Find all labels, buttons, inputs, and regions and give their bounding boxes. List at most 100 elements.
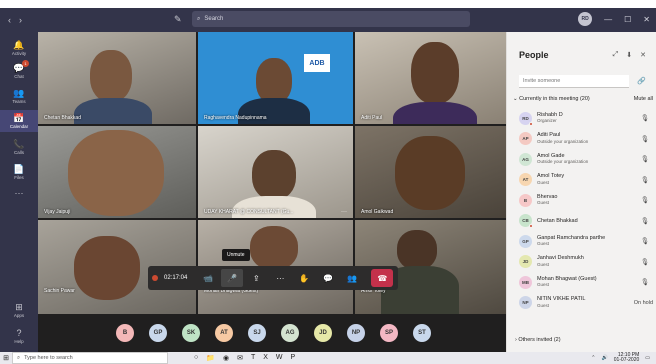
mic-muted-icon[interactable]: 🎙 <box>641 176 649 184</box>
strip-avatar[interactable]: B <box>116 324 134 342</box>
rail-activity[interactable]: 🔔 Activity <box>0 38 38 58</box>
rail-label: Chat <box>14 74 24 79</box>
mic-muted-icon[interactable]: 🎙 <box>641 135 649 143</box>
user-avatar[interactable]: RD <box>578 12 593 26</box>
strip-avatar[interactable]: SP <box>380 324 398 342</box>
camera-off-icon[interactable]: 📹 <box>197 269 219 287</box>
rail-chat[interactable]: 💬 1 Chat <box>0 60 38 81</box>
mic-muted-icon[interactable]: 🎙 <box>641 258 649 266</box>
mute-all-button[interactable]: Mute all <box>634 96 653 102</box>
participant-row[interactable]: MB Mohan Bhagwat (Guest) Guest 🎙 <box>513 272 653 293</box>
participant-role: Organizer <box>537 118 557 124</box>
word-icon[interactable]: W <box>276 354 283 362</box>
outlook-icon[interactable]: ✉ <box>237 354 243 362</box>
strip-avatar[interactable]: SK <box>182 324 200 342</box>
mic-muted-icon[interactable]: 🎙 <box>641 155 649 163</box>
video-tile[interactable]: Chetan Bhakkad <box>38 32 196 124</box>
participant-role: Guest <box>537 200 550 206</box>
strip-avatar[interactable]: AT <box>215 324 233 342</box>
download-icon[interactable]: ⬇ <box>626 51 632 59</box>
video-tile[interactable]: Amol Gaikwad <box>355 126 506 218</box>
rail-label: Calendar <box>9 124 29 129</box>
close-icon[interactable]: ✕ <box>643 15 650 24</box>
file-explorer-icon[interactable]: 📁 <box>206 354 215 362</box>
participant-initials: AT <box>522 177 529 183</box>
call-timer: 02:17:04 <box>164 275 188 281</box>
strip-avatar[interactable]: AG <box>281 324 299 342</box>
maximize-icon[interactable]: ☐ <box>624 15 631 24</box>
section-label[interactable]: ⌄ Currently in this meeting (20) <box>513 96 590 102</box>
task-view-icon[interactable]: ○ <box>194 354 198 362</box>
participant-name: Chetan Bhakkad <box>44 115 81 121</box>
notification-icon[interactable]: ▭ <box>645 355 650 361</box>
strip-avatar[interactable]: NP <box>347 324 365 342</box>
rail-calls[interactable]: 📞 Calls <box>0 137 38 157</box>
participant-info: Chetan Bhakkad <box>537 218 578 225</box>
forward-icon[interactable]: › <box>19 15 22 25</box>
excel-icon[interactable]: X <box>263 354 268 362</box>
back-icon[interactable]: ‹ <box>8 15 11 25</box>
participant-initials: MB <box>522 279 529 285</box>
participant-row[interactable]: RD Rishabh D Organizer 🎙 <box>513 108 653 129</box>
chrome-icon[interactable]: ◉ <box>223 354 229 362</box>
share-screen-icon[interactable]: ⇪ <box>245 269 267 287</box>
more-actions-icon[interactable]: ··· <box>269 269 291 287</box>
rail-apps[interactable]: ⊞ Apps <box>0 302 38 322</box>
volume-icon[interactable]: 🔊 <box>601 355 607 361</box>
search-box[interactable]: ⌕ Search <box>192 11 470 27</box>
current-meeting-section: ⌄ Currently in this meeting (20) Mute al… <box>513 96 653 102</box>
participant-row[interactable]: NP NITIN VIKHE PATIL Guest On hold <box>513 293 653 314</box>
video-tile[interactable]: ADB Raghavendra Nadupinnama <box>198 32 353 124</box>
chat-icon[interactable]: 💬 <box>317 269 339 287</box>
windows-taskbar: ⊞ ⌕ Type here to search ○ 📁 ◉ ✉ T X W P … <box>0 352 656 364</box>
rail-files[interactable]: 📄 Files <box>0 162 38 182</box>
pop-out-icon[interactable]: ⤢ <box>613 51 619 59</box>
minimize-icon[interactable]: — <box>604 15 612 24</box>
rail-teams[interactable]: 👥 Teams <box>0 86 38 106</box>
compose-icon[interactable]: ✎ <box>174 14 182 25</box>
video-tile[interactable]: Aditi Paul <box>355 32 506 124</box>
mic-muted-icon[interactable]: 🎙 <box>641 217 649 225</box>
participant-row[interactable]: B Bhervao Guest 🎙 <box>513 190 653 211</box>
share-link-icon[interactable]: 🔗 <box>637 77 646 85</box>
participant-name: Amol Gaikwad <box>361 209 394 215</box>
participant-row[interactable]: GP Ganpat Ramchandra parthe Guest 🎙 <box>513 231 653 252</box>
participant-initials: JD <box>522 259 529 265</box>
rail-help[interactable]: ? Help <box>0 328 38 348</box>
teams-icon[interactable]: T <box>251 354 255 362</box>
raise-hand-icon[interactable]: ✋ <box>293 269 315 287</box>
close-icon[interactable]: ✕ <box>640 51 646 59</box>
mic-muted-icon[interactable]: 🎙 <box>641 196 649 204</box>
mic-muted-icon[interactable]: 🎙 <box>641 114 649 122</box>
tray-up-icon[interactable]: ⌃ <box>591 355 595 361</box>
start-icon[interactable]: ⊞ <box>0 354 12 362</box>
participants-icon[interactable]: 👥 <box>341 269 363 287</box>
clock[interactable]: 12:10 PM 01-07-2020 <box>614 353 640 363</box>
participant-row[interactable]: AT Amol Totey Guest 🎙 <box>513 170 653 191</box>
others-invited[interactable]: › Others invited (2) <box>515 337 561 343</box>
strip-avatar[interactable]: ST <box>413 324 431 342</box>
teams-icon: 👥 <box>13 88 25 98</box>
app-rail: 🔔 Activity 💬 1 Chat 👥 Teams 📅 Calendar 📞… <box>0 32 38 352</box>
participant-row[interactable]: CB Chetan Bhakkad 🎙 <box>513 211 653 232</box>
more-options-icon[interactable]: ··· <box>341 209 347 215</box>
rail-calendar[interactable]: 📅 Calendar <box>0 110 38 132</box>
participant-row[interactable]: AP Aditi Paul Outside your organization 🎙 <box>513 129 653 150</box>
strip-avatar[interactable]: SJ <box>248 324 266 342</box>
mic-muted-icon[interactable]: 🎤 <box>221 269 244 287</box>
video-tile[interactable]: Vijay Jaipuji <box>38 126 196 218</box>
hang-up-button[interactable]: ☎ <box>371 269 394 287</box>
strip-avatar[interactable]: JD <box>314 324 332 342</box>
clock-date: 01-07-2020 <box>613 357 640 363</box>
strip-avatar[interactable]: GP <box>149 324 167 342</box>
apps-icon: ⊞ <box>15 302 23 312</box>
taskbar-search[interactable]: ⌕ Type here to search <box>12 352 168 364</box>
mic-muted-icon[interactable]: 🎙 <box>641 278 649 286</box>
participant-row[interactable]: AG Amol Gade Outside your organization 🎙 <box>513 149 653 170</box>
invite-input[interactable] <box>519 75 629 88</box>
video-tile[interactable]: UDAY KHARAT @ CONSULTANT (Gu... ··· <box>198 126 353 218</box>
mic-muted-icon[interactable]: 🎙 <box>641 237 649 245</box>
powerpoint-icon[interactable]: P <box>291 354 296 362</box>
participant-row[interactable]: JD Janhavi Deshmukh Guest 🎙 <box>513 252 653 273</box>
rail-more[interactable]: ··· <box>0 188 38 202</box>
